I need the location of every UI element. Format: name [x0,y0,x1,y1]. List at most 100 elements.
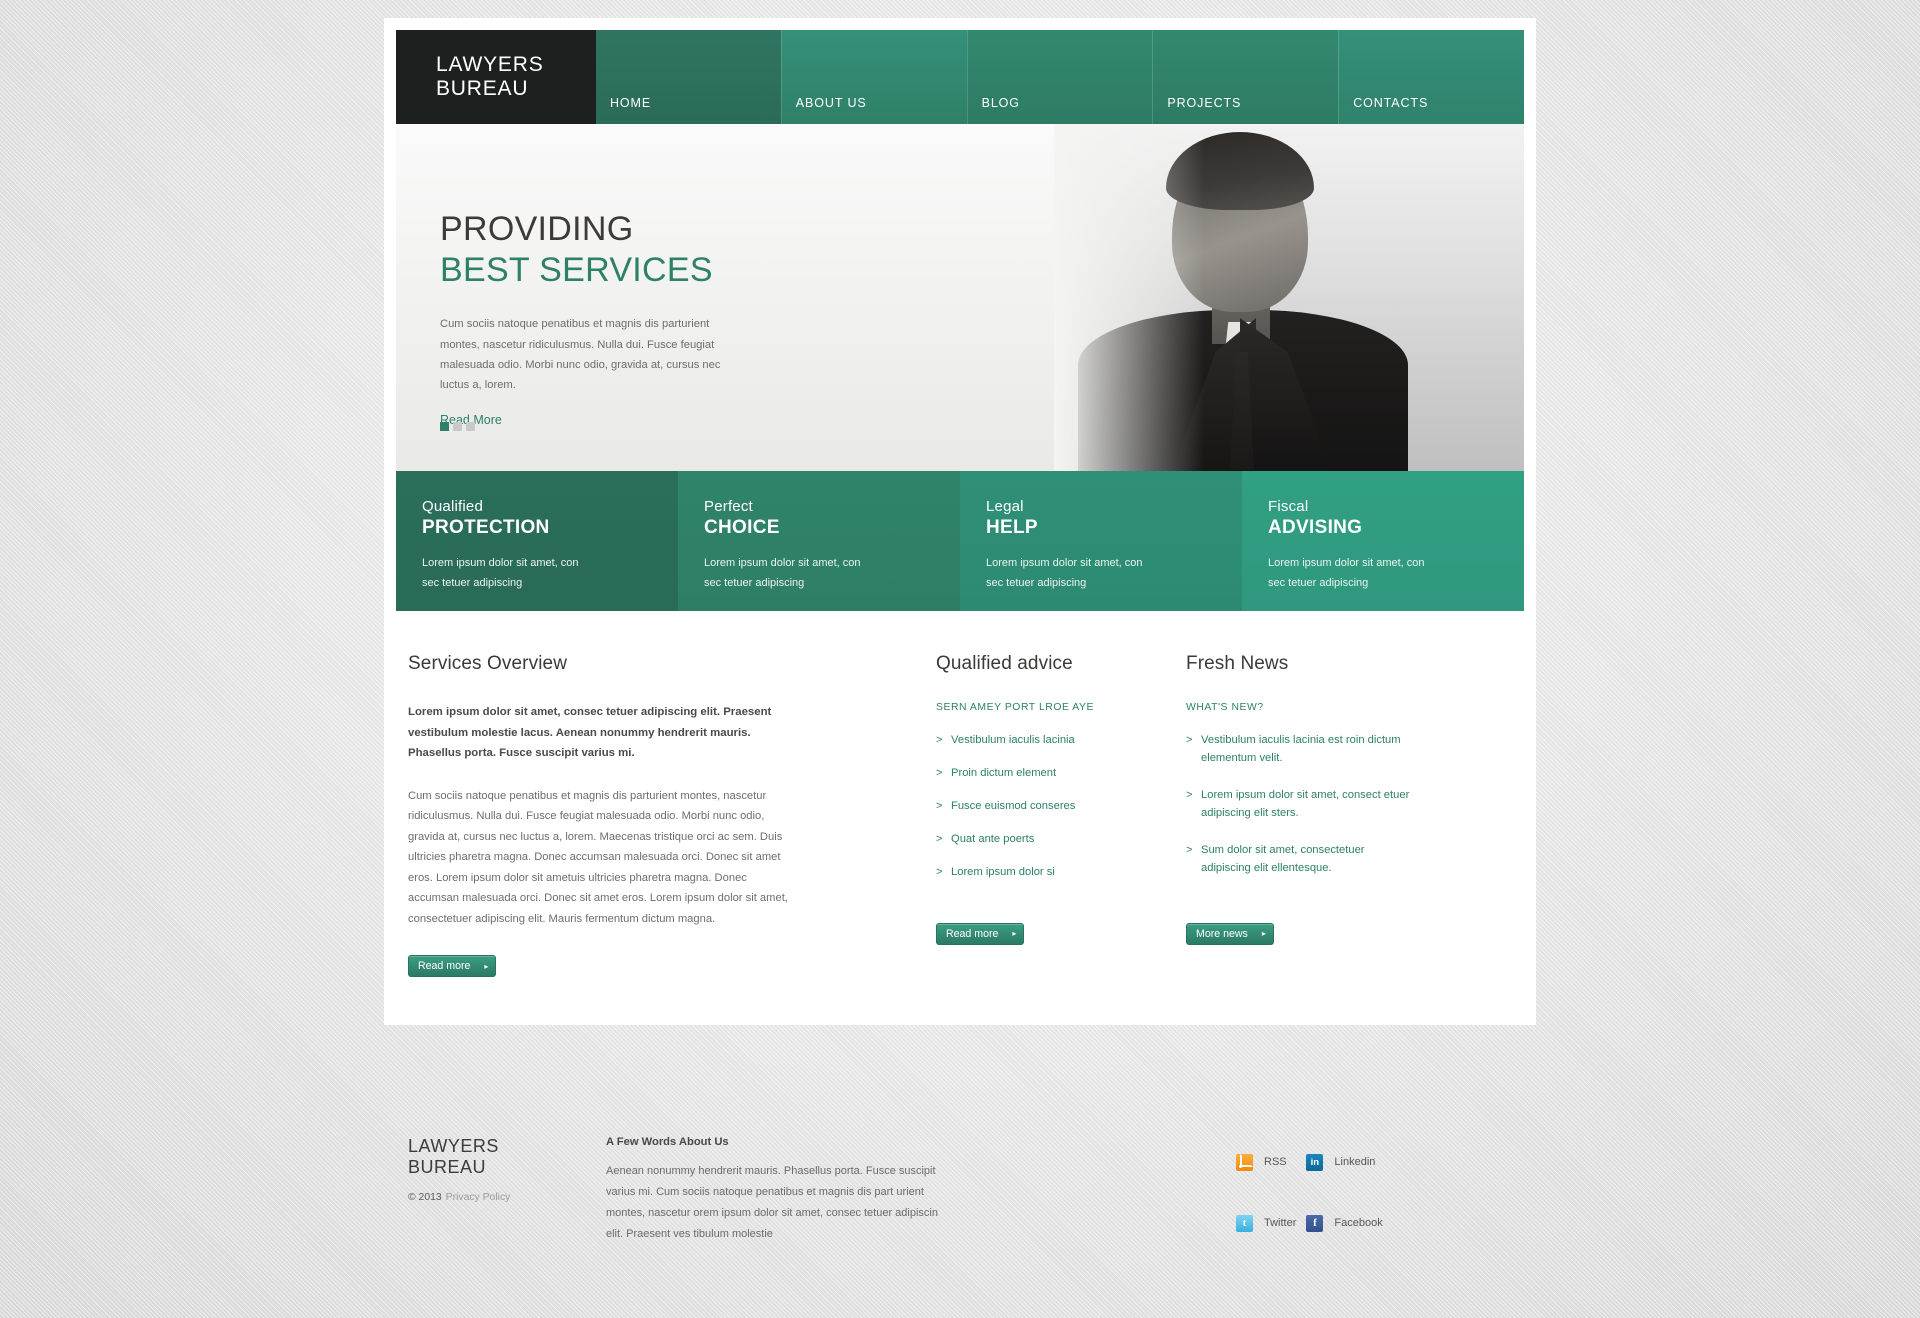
hero-title-line-2: BEST SERVICES [440,251,713,290]
feature-subtitle: Legal [986,498,1024,515]
page-wrapper: LAWYERS BUREAU HOME ABOUT US BLOG PROJEC… [384,18,1536,1026]
slider-pagination [440,422,475,431]
list-item[interactable]: > Vestibulum iaculis lacinia [936,732,1146,750]
footer-logo[interactable]: LAWYERS BUREAU © 2013 Privacy Policy [396,1136,596,1245]
footer-about-heading: A Few Words About Us [606,1136,729,1148]
feature-text: Lorem ipsum dolor sit amet, con sec tetu… [1268,557,1425,589]
photo-gradient-overlay [1054,124,1204,471]
feature-subtitle: Fiscal [1268,498,1309,515]
list-item-label: Lorem ipsum dolor si [951,865,1055,878]
list-item-label: Sum dolor sit amet, consectetuer adipisc… [1201,843,1365,874]
chevron-right-icon: ▸ [1261,929,1266,939]
feature-card-help[interactable]: Legal HELP Lorem ipsum dolor sit amet, c… [960,471,1242,611]
twitter-icon: t [1236,1214,1253,1232]
nav-label: ABOUT US [795,96,867,110]
list-item[interactable]: > Vestibulum iaculis lacinia est roin di… [1186,732,1456,768]
news-heading: Fresh News [1186,653,1289,674]
nav-label: HOME [610,96,652,110]
linkedin-icon: in [1306,1153,1324,1171]
nav-label: PROJECTS [1167,96,1242,110]
column-fresh-news: Fresh News WHAT'S NEW? > Vestibulum iacu… [1146,653,1456,977]
slider-dot-2[interactable] [453,422,462,431]
hero-paragraph: Cum sociis natoque penatibus et magnis d… [440,318,721,392]
chevron-right-icon: > [1186,788,1193,801]
list-item-label: Proin dictum element [951,766,1057,779]
column-qualified-advice: Qualified advice SERN AMEY PORT LROE AYE… [896,653,1146,977]
chevron-right-icon: > [936,865,943,878]
social-link-rss[interactable]: RSS [1236,1140,1296,1185]
list-item-label: Fusce euismod conseres [951,799,1076,812]
slider-dot-3[interactable] [466,422,475,431]
nav-label: CONTACTS [1353,96,1429,110]
list-item-label: Vestibulum iaculis lacinia est roin dict… [1201,734,1401,764]
chevron-right-icon: ▸ [1012,929,1017,939]
news-link-list: > Vestibulum iaculis lacinia est roin di… [1186,732,1456,878]
advice-heading: Qualified advice [936,653,1073,674]
feature-text: Lorem ipsum dolor sit amet, con sec tetu… [986,557,1143,589]
advice-read-more-button[interactable]: Read more ▸ [936,922,1025,945]
button-label: More news [1196,927,1248,940]
copyright-text: © 2013 [408,1192,442,1204]
footer-about-text: Aenean nonummy hendrerit mauris. Phasell… [606,1165,938,1241]
news-sub-label: WHAT'S NEW? [1186,702,1264,713]
logo-line-1: LAWYERS [436,53,544,77]
nav-item-projects[interactable]: PROJECTS [1152,30,1339,124]
slider-dot-1[interactable] [440,422,449,431]
social-link-twitter[interactable]: t Twitter [1236,1201,1296,1246]
list-item-label: Vestibulum iaculis lacinia [951,734,1075,746]
nav-item-home[interactable]: HOME [596,30,781,124]
footer-social-links: RSS in Linkedin t Twitter f Facebook [1036,1136,1383,1246]
nav-item-blog[interactable]: BLOG [966,30,1153,124]
footer-logo-line-1: LAWYERS [408,1136,499,1156]
services-heading: Services Overview [408,653,568,674]
advice-sub-label: SERN AMEY PORT LROE AYE [936,702,1094,713]
social-label: Facebook [1334,1217,1383,1230]
feature-text: Lorem ipsum dolor sit amet, con sec tetu… [422,557,579,589]
list-item[interactable]: > Sum dolor sit amet, consectetuer adipi… [1186,842,1456,878]
main-navigation: HOME ABOUT US BLOG PROJECTS CONTACTS [596,30,1524,124]
site-logo[interactable]: LAWYERS BUREAU [396,30,596,124]
content-columns: Services Overview Lorem ipsum dolor sit … [396,611,1524,1026]
feature-card-protection[interactable]: Qualified PROTECTION Lorem ipsum dolor s… [396,471,678,611]
feature-subtitle: Perfect [704,498,753,515]
feature-title: ADVISING [1268,516,1363,538]
rss-icon [1236,1153,1253,1171]
nav-item-about-us[interactable]: ABOUT US [780,30,967,124]
hero-photo [1054,124,1524,471]
list-item[interactable]: > Lorem ipsum dolor si [936,864,1146,882]
social-link-linkedin[interactable]: in Linkedin [1306,1140,1382,1185]
list-item[interactable]: > Lorem ipsum dolor sit amet, consect et… [1186,787,1456,823]
chevron-right-icon: ▸ [484,961,489,971]
list-item[interactable]: > Quat ante poerts [936,831,1146,849]
list-item[interactable]: > Proin dictum element [936,765,1146,783]
hero-title-line-1: PROVIDING [440,210,634,248]
footer-copyright: © 2013 Privacy Policy [408,1192,596,1203]
feature-title: PROTECTION [422,516,550,538]
social-label: Linkedin [1334,1156,1376,1169]
nav-item-contacts[interactable]: CONTACTS [1338,30,1524,124]
chevron-right-icon: > [936,734,943,746]
list-item[interactable]: > Fusce euismod conseres [936,798,1146,816]
chevron-right-icon: > [936,832,943,845]
news-more-button[interactable]: More news ▸ [1186,922,1274,945]
privacy-policy-link[interactable]: Privacy Policy [446,1192,511,1203]
hero-slider: PROVIDING BEST SERVICES Cum sociis natoq… [396,124,1524,471]
footer-logo-line-2: BUREAU [408,1156,487,1177]
nav-label: BLOG [981,96,1020,110]
feature-text: Lorem ipsum dolor sit amet, con sec tetu… [704,557,861,589]
services-lead-paragraph: Lorem ipsum dolor sit amet, consec tetue… [408,706,772,760]
social-link-facebook[interactable]: f Facebook [1306,1201,1383,1246]
column-services-overview: Services Overview Lorem ipsum dolor sit … [396,653,896,978]
feature-card-advising[interactable]: Fiscal ADVISING Lorem ipsum dolor sit am… [1242,471,1524,611]
hero-copy: PROVIDING BEST SERVICES Cum sociis natoq… [440,210,820,429]
services-read-more-button[interactable]: Read more ▸ [408,955,497,978]
chevron-right-icon: > [936,799,943,812]
list-item-label: Lorem ipsum dolor sit amet, consect etue… [1201,788,1410,819]
footer-about: A Few Words About Us Aenean nonummy hend… [596,1136,1036,1245]
feature-subtitle: Qualified [422,498,484,515]
chevron-right-icon: > [936,766,943,779]
services-body-paragraph: Cum sociis natoque penatibus et magnis d… [408,789,788,925]
feature-card-choice[interactable]: Perfect CHOICE Lorem ipsum dolor sit ame… [678,471,960,611]
site-shell: LAWYERS BUREAU HOME ABOUT US BLOG PROJEC… [384,18,1536,1026]
facebook-icon: f [1306,1214,1324,1232]
